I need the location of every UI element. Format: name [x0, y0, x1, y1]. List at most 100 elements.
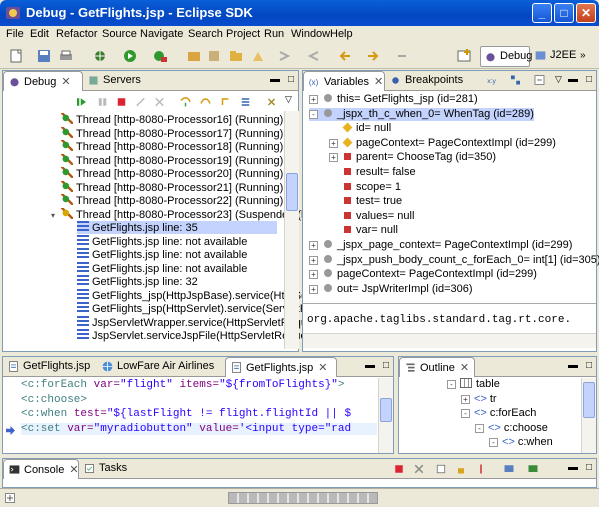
stack-frame[interactable]: GetFlights.jsp line: 32 [77, 275, 198, 288]
outline-item[interactable]: + <> tr [461, 393, 497, 406]
code-line[interactable]: <c:forEach var="flight" items="${fromToF… [21, 379, 345, 391]
minimize-view-icon[interactable]: ▬ [568, 360, 578, 371]
maximize-view-icon[interactable]: □ [586, 360, 592, 371]
minimize-view-icon[interactable]: ▬ [568, 462, 578, 473]
outline-item[interactable]: - <> c:when [489, 436, 553, 449]
code-line[interactable]: <c:set var="myradiobutton" value='<input… [21, 423, 377, 435]
close-tab-icon[interactable]: ✕ [69, 464, 78, 476]
next-annotation-icon[interactable] [276, 48, 292, 64]
tab-debug[interactable]: Debug ✕ [3, 71, 83, 91]
expand-icon[interactable]: + [309, 270, 318, 280]
expand-icon[interactable]: + [329, 153, 338, 163]
disconnect-icon[interactable] [134, 96, 147, 108]
close-tab-icon[interactable]: ✕ [374, 76, 383, 88]
variable-row-selected[interactable]: - _jspx_th_c_when_0= WhenTag (id=289) [309, 107, 534, 121]
step-return-icon[interactable] [219, 96, 232, 108]
view-menu-icon[interactable]: ▽ [285, 94, 292, 105]
variable-detail-pane[interactable]: org.apache.taglibs.standard.tag.rt.core. [307, 314, 571, 326]
terminate-icon[interactable] [115, 96, 128, 108]
debug-scrollbar[interactable] [284, 111, 299, 349]
menu-run[interactable]: Run [264, 28, 284, 40]
variable-row[interactable]: id= null [329, 122, 391, 135]
clear-console-icon[interactable] [435, 463, 447, 475]
outline-item[interactable]: - <> c:choose [475, 422, 548, 435]
variable-row[interactable]: values= null [329, 210, 414, 223]
code-line[interactable]: <c:when test="${lastFlight != flight.fli… [21, 408, 351, 420]
scroll-lock-icon[interactable] [455, 463, 467, 475]
thread-row[interactable]: Thread [http-8080-Processor21] (Running) [51, 180, 283, 194]
menu-source[interactable]: Source [102, 28, 137, 40]
variable-row[interactable]: + _jspx_push_body_count_c_forEach_0= int[… [309, 254, 599, 267]
prev-annotation-icon[interactable] [306, 48, 322, 64]
perspective-j2ee[interactable]: J2EE [532, 46, 576, 67]
outline-item[interactable]: - <> c:forEach [461, 407, 536, 420]
maximize-button[interactable]: □ [554, 3, 574, 23]
maximize-view-icon[interactable]: □ [586, 462, 592, 473]
outline-item[interactable]: - table [447, 378, 500, 391]
show-type-names-icon[interactable]: x:y [486, 74, 499, 86]
variable-row[interactable]: test= true [329, 195, 402, 208]
open-type-icon[interactable] [228, 48, 244, 64]
menu-search[interactable]: Search [188, 28, 223, 40]
suspend-icon[interactable] [96, 96, 109, 108]
thread-row[interactable]: Thread [http-8080-Processor22] (Running) [51, 194, 283, 207]
menu-help[interactable]: Help [330, 28, 353, 40]
open-perspective-icon[interactable] [456, 48, 472, 64]
last-edit-icon[interactable] [394, 48, 410, 64]
view-menu-icon[interactable]: ▽ [555, 74, 562, 85]
variable-row[interactable]: var= null [329, 224, 398, 237]
thread-row[interactable]: Thread [http-8080-Processor20] (Running) [51, 167, 283, 180]
editor-vscrollbar[interactable] [378, 378, 393, 453]
stack-frame[interactable]: GetFlights.jsp line: not available [77, 248, 247, 261]
more-perspectives-chevron-icon[interactable]: » [580, 50, 586, 61]
show-logical-structure-icon[interactable] [509, 74, 522, 86]
maximize-view-icon[interactable]: □ [383, 360, 389, 371]
step-over-icon[interactable] [199, 96, 212, 108]
stack-frame[interactable]: JspServlet.serviceJspFile(HttpServletReq… [77, 329, 315, 342]
stack-frame-selected[interactable]: GetFlights.jsp line: 35 [77, 221, 277, 234]
tab-console[interactable]: Console ✕ [3, 459, 79, 479]
new-package-icon[interactable] [206, 48, 222, 64]
variable-row[interactable]: + this= GetFlights_jsp (id=281) [309, 93, 478, 106]
collapse-icon[interactable]: - [475, 423, 484, 433]
minimize-view-icon[interactable]: ▬ [365, 360, 375, 371]
collapse-icon[interactable]: - [447, 380, 456, 389]
menu-file[interactable]: File [6, 28, 24, 40]
variable-row[interactable]: + _jspx_page_context= PageContextImpl (id… [309, 239, 572, 252]
external-tools-icon[interactable] [152, 48, 168, 64]
close-tab-icon[interactable]: ✕ [460, 362, 469, 374]
detail-hscrollbar[interactable] [303, 333, 596, 348]
code-line[interactable]: <c:choose> [21, 394, 87, 406]
resume-icon[interactable] [75, 96, 88, 108]
tab-servers[interactable]: Servers [83, 71, 153, 91]
variable-row[interactable]: + pageContext= PageContextImpl (id=299) [309, 268, 537, 281]
variable-row[interactable]: + parent= ChooseTag (id=350) [329, 151, 496, 164]
thread-row[interactable]: Thread [http-8080-Processor17] (Running) [51, 126, 283, 140]
maximize-view-icon[interactable]: □ [586, 74, 592, 85]
menu-project[interactable]: Project [226, 28, 260, 40]
tab-tasks[interactable]: Tasks [79, 459, 135, 479]
thread-row[interactable]: Thread [http-8080-Processor19] (Running) [51, 153, 283, 167]
variable-row[interactable]: + out= JspWriterImpl (id=306) [309, 283, 473, 296]
menu-navigate[interactable]: Navigate [140, 28, 183, 40]
search-icon[interactable] [250, 48, 266, 64]
save-icon[interactable] [36, 48, 52, 64]
thread-row[interactable]: Thread [http-8080-Processor18] (Running) [51, 140, 283, 153]
expand-icon[interactable]: + [461, 394, 470, 404]
run-icon[interactable] [122, 48, 138, 64]
scroll-thumb[interactable] [286, 173, 298, 211]
new-icon[interactable] [8, 48, 24, 64]
minimize-view-icon[interactable]: ▬ [270, 74, 280, 85]
scroll-thumb[interactable] [380, 398, 392, 422]
expanded-twisty-icon[interactable]: ▾ [51, 211, 61, 220]
tab-outline[interactable]: Outline ✕ [399, 357, 475, 377]
new-java-project-icon[interactable] [186, 48, 202, 64]
tab-lowfare-air[interactable]: LowFare Air Airlines [97, 357, 225, 377]
collapse-icon[interactable]: - [461, 409, 470, 418]
open-console-icon[interactable] [527, 463, 539, 475]
variable-row[interactable]: scope= 1 [329, 181, 401, 194]
close-tab-icon[interactable]: ✕ [318, 362, 327, 374]
menu-window[interactable]: Window [291, 28, 330, 40]
stack-frame[interactable]: GetFlights.jsp line: not available [77, 234, 247, 248]
variable-row[interactable]: + pageContext= PageContextImpl (id=299) [329, 137, 556, 150]
